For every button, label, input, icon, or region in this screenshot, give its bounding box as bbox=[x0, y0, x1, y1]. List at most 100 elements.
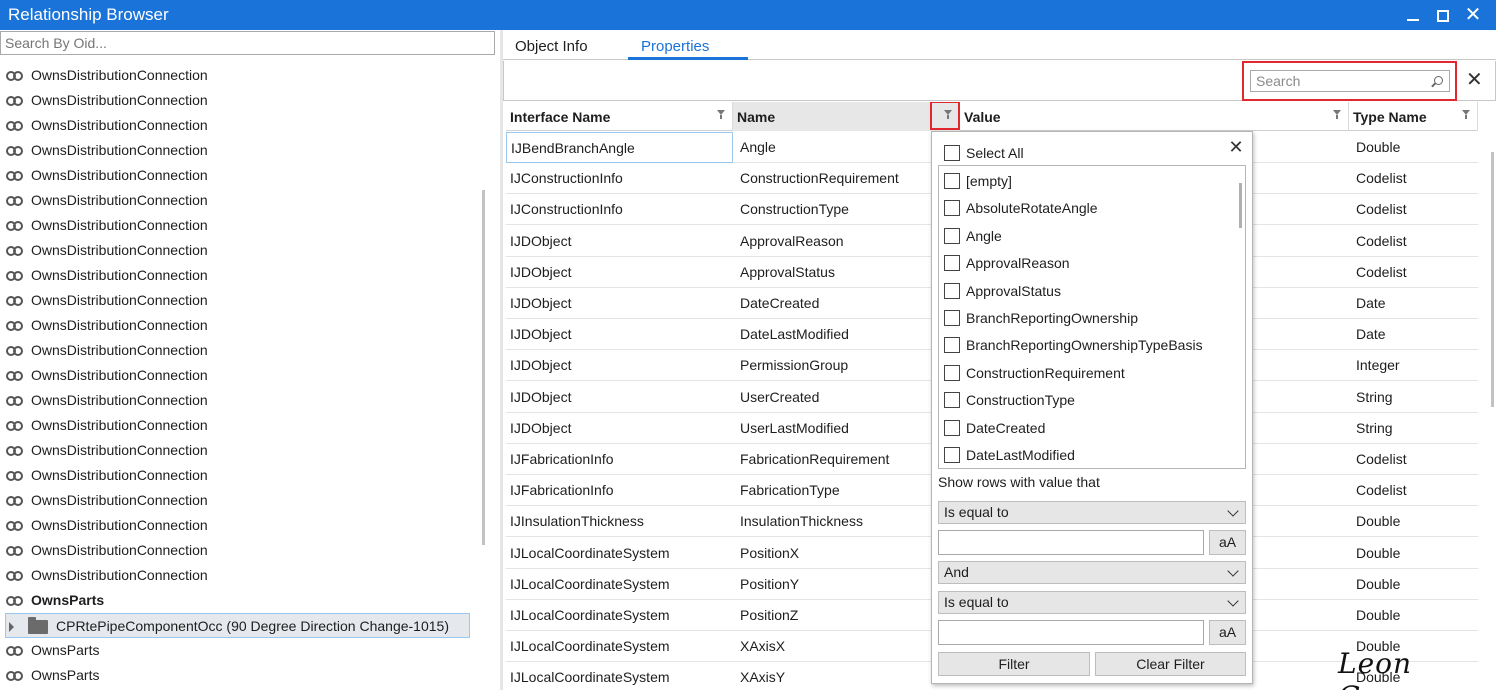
cell-interface-name[interactable]: IJFabricationInfo bbox=[506, 475, 733, 506]
tab-properties[interactable]: Properties bbox=[641, 38, 709, 55]
tree-item[interactable]: OwnsParts bbox=[0, 663, 480, 688]
checkbox[interactable] bbox=[944, 447, 960, 463]
cell-name[interactable]: ConstructionType bbox=[736, 194, 960, 225]
clear-filter-button[interactable]: Clear Filter bbox=[1095, 652, 1246, 676]
cell-interface-name[interactable]: IJInsulationThickness bbox=[506, 506, 733, 537]
tree-item[interactable]: OwnsDistributionConnection bbox=[0, 338, 480, 363]
cell-interface-name[interactable]: IJLocalCoordinateSystem bbox=[506, 569, 733, 600]
filter-value-input-1[interactable] bbox=[938, 530, 1204, 555]
checkbox[interactable] bbox=[944, 364, 960, 381]
cell-type-name[interactable]: String bbox=[1352, 413, 1478, 444]
cell-name[interactable]: DateCreated bbox=[736, 288, 960, 319]
tree-item[interactable]: OwnsDistributionConnection bbox=[0, 213, 480, 238]
cell-type-name[interactable]: Double bbox=[1352, 538, 1478, 569]
cell-type-name[interactable]: String bbox=[1352, 382, 1478, 413]
cell-type-name[interactable]: Double bbox=[1352, 506, 1478, 537]
cell-interface-name[interactable]: IJDObject bbox=[506, 382, 733, 413]
cell-interface-name[interactable]: IJDObject bbox=[506, 350, 733, 381]
tree-scrollbar[interactable] bbox=[482, 190, 485, 545]
cell-name[interactable]: Angle bbox=[736, 132, 960, 163]
checkbox[interactable] bbox=[944, 255, 960, 272]
column-header-value[interactable]: Value bbox=[960, 102, 1349, 131]
cell-interface-name[interactable]: IJDObject bbox=[506, 319, 733, 350]
minimize-button[interactable] bbox=[1400, 3, 1426, 27]
logic-dropdown[interactable]: And bbox=[938, 561, 1246, 584]
tree-item[interactable]: OwnsDistributionConnection bbox=[0, 513, 480, 538]
tree-item[interactable]: OwnsDistributionConnection bbox=[0, 313, 480, 338]
checkbox[interactable] bbox=[944, 419, 960, 436]
cell-name[interactable]: PositionY bbox=[736, 569, 960, 600]
tree-item[interactable]: OwnsDistributionConnection bbox=[0, 163, 480, 188]
filter-button[interactable]: Filter bbox=[938, 652, 1090, 676]
tree-item[interactable]: OwnsDistributionConnection bbox=[0, 538, 480, 563]
cell-name[interactable]: ApprovalStatus bbox=[736, 257, 960, 288]
tree-item[interactable]: OwnsDistributionConnection bbox=[0, 388, 480, 413]
tree-item[interactable]: OwnsDistributionConnection bbox=[0, 563, 480, 588]
checkbox[interactable] bbox=[944, 173, 960, 189]
oid-search-input[interactable] bbox=[0, 31, 495, 55]
search-icon[interactable] bbox=[1434, 76, 1443, 85]
tree-item[interactable]: OwnsDistributionConnection bbox=[0, 138, 480, 163]
cell-type-name[interactable]: Double bbox=[1352, 600, 1478, 631]
cell-interface-name[interactable]: IJConstructionInfo bbox=[506, 194, 733, 225]
checkbox[interactable] bbox=[944, 227, 960, 244]
cell-name[interactable]: XAxisY bbox=[736, 662, 960, 690]
cell-type-name[interactable]: Codelist bbox=[1352, 163, 1478, 194]
cell-interface-name[interactable]: IJDObject bbox=[506, 413, 733, 444]
cell-name[interactable]: DateLastModified bbox=[736, 319, 960, 350]
properties-search-input[interactable]: Search bbox=[1250, 70, 1450, 92]
tree-item[interactable]: OwnsDistributionConnection bbox=[0, 438, 480, 463]
operator-dropdown-1[interactable]: Is equal to bbox=[938, 501, 1246, 524]
cell-interface-name[interactable]: IJLocalCoordinateSystem bbox=[506, 631, 733, 662]
clear-search-button[interactable]: ✕ bbox=[1466, 69, 1483, 91]
cell-interface-name[interactable]: IJLocalCoordinateSystem bbox=[506, 600, 733, 631]
cell-name[interactable]: XAxisX bbox=[736, 631, 960, 662]
cell-name[interactable]: InsulationThickness bbox=[736, 506, 960, 537]
grid-scrollbar[interactable] bbox=[1491, 152, 1494, 407]
checkbox[interactable] bbox=[944, 145, 960, 161]
cell-type-name[interactable]: Date bbox=[1352, 288, 1478, 319]
cell-name[interactable]: UserLastModified bbox=[736, 413, 960, 444]
tree-item[interactable]: OwnsDistributionConnection bbox=[0, 288, 480, 313]
cell-name[interactable]: PermissionGroup bbox=[736, 350, 960, 381]
operator-dropdown-2[interactable]: Is equal to bbox=[938, 591, 1246, 614]
match-case-button-1[interactable]: aA bbox=[1209, 530, 1246, 555]
tree-item[interactable]: OwnsDistributionConnection bbox=[0, 188, 480, 213]
cell-interface-name[interactable]: IJBendBranchAngle bbox=[506, 132, 733, 163]
cell-interface-name[interactable]: IJLocalCoordinateSystem bbox=[506, 662, 733, 690]
filter-icon[interactable] bbox=[717, 110, 726, 119]
filter-icon[interactable] bbox=[1462, 110, 1471, 119]
cell-type-name[interactable]: Codelist bbox=[1352, 475, 1478, 506]
maximize-button[interactable] bbox=[1430, 3, 1456, 27]
tree-item[interactable]: OwnsParts bbox=[0, 638, 480, 663]
cell-interface-name[interactable]: IJDObject bbox=[506, 288, 733, 319]
close-window-button[interactable]: ✕ bbox=[1460, 3, 1486, 27]
cell-type-name[interactable]: Codelist bbox=[1352, 194, 1478, 225]
cell-type-name[interactable]: Codelist bbox=[1352, 226, 1478, 257]
tree-item[interactable]: OwnsDistributionConnection bbox=[0, 413, 480, 438]
cell-name[interactable]: UserCreated bbox=[736, 382, 960, 413]
cell-interface-name[interactable]: IJDObject bbox=[506, 226, 733, 257]
cell-interface-name[interactable]: IJDObject bbox=[506, 257, 733, 288]
checkbox[interactable] bbox=[944, 200, 960, 217]
cell-type-name[interactable]: Double bbox=[1352, 569, 1478, 600]
cell-interface-name[interactable]: IJConstructionInfo bbox=[506, 163, 733, 194]
tree-item[interactable]: OwnsDistributionConnection bbox=[0, 238, 480, 263]
tree-item[interactable]: OwnsDistributionConnection bbox=[0, 263, 480, 288]
cell-interface-name[interactable]: IJFabricationInfo bbox=[506, 444, 733, 475]
cell-type-name[interactable]: Double bbox=[1352, 132, 1478, 163]
column-header-type-name[interactable]: Type Name bbox=[1349, 102, 1478, 131]
cell-name[interactable]: FabricationRequirement bbox=[736, 444, 960, 475]
cell-name[interactable]: PositionZ bbox=[736, 600, 960, 631]
cell-type-name[interactable]: Date bbox=[1352, 319, 1478, 350]
tree-item[interactable]: OwnsDistributionConnection bbox=[0, 463, 480, 488]
tree-item[interactable]: OwnsDistributionConnection bbox=[0, 63, 480, 88]
expand-arrow-icon[interactable] bbox=[9, 622, 14, 632]
close-popup-button[interactable]: ✕ bbox=[1228, 138, 1244, 156]
tree-item[interactable]: OwnsDistributionConnection bbox=[0, 113, 480, 138]
tree-item[interactable]: CPRtePipeComponentOcc (90 Degree Directi… bbox=[5, 613, 470, 638]
cell-name[interactable]: FabricationType bbox=[736, 475, 960, 506]
match-case-button-2[interactable]: aA bbox=[1209, 620, 1246, 645]
tree-item[interactable]: OwnsDistributionConnection bbox=[0, 363, 480, 388]
checkbox[interactable] bbox=[944, 282, 960, 299]
